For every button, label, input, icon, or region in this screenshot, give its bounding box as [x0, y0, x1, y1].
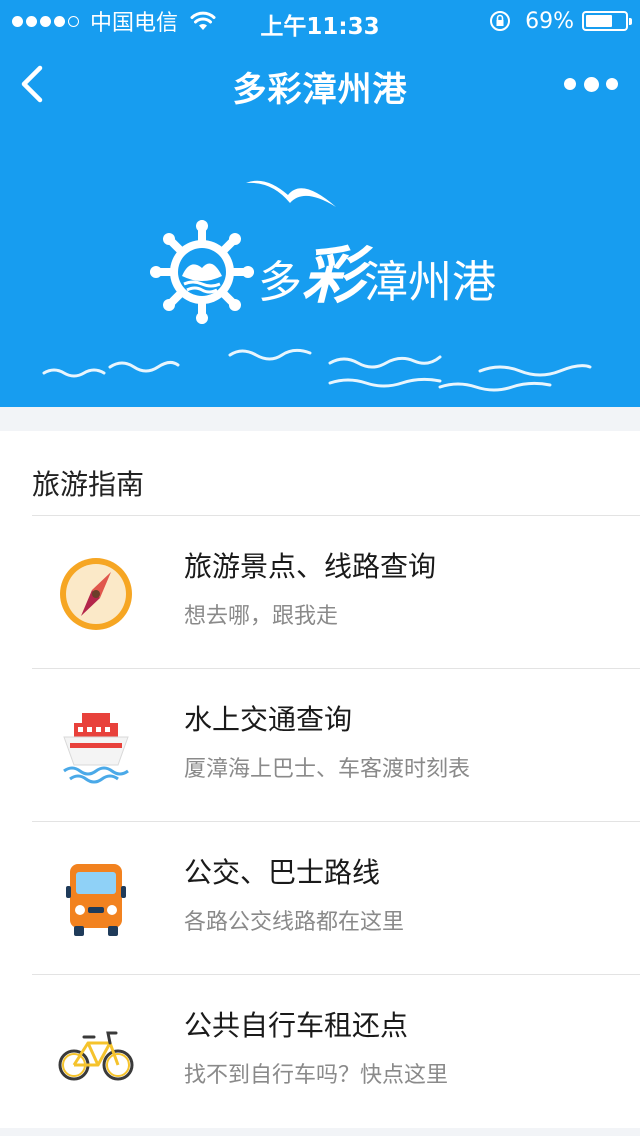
- waves-decoration: [42, 348, 592, 392]
- item-title: 水上交通查询: [184, 703, 353, 736]
- header: 中国电信 上午11:33 69% 多彩漳州港 多彩漳州港: [0, 0, 640, 407]
- item-subtitle: 各路公交线路都在这里: [184, 910, 405, 935]
- banner: 多彩漳州港: [0, 128, 640, 407]
- banner-logo-text: 多彩漳州港: [258, 245, 497, 313]
- rotation-lock-icon: [490, 11, 511, 31]
- seagull-icon: [246, 180, 336, 207]
- page-title: 多彩漳州港: [232, 70, 408, 110]
- logo-text-suffix: 漳州港: [364, 257, 497, 308]
- status-bar: 中国电信 上午11:33 69%: [0, 0, 640, 40]
- travel-guide-card: 旅游指南 旅游景点、线路查询 想去哪，跟我走 水上交通查询 厦漳海上巴士、车客渡…: [0, 431, 640, 1128]
- bus-icon: [66, 864, 126, 936]
- compass-icon: [60, 558, 132, 630]
- item-title: 旅游景点、线路查询: [184, 550, 437, 583]
- list-item-bus-routes[interactable]: 公交、巴士路线 各路公交线路都在这里: [0, 822, 640, 974]
- ferry-icon: [63, 713, 129, 784]
- battery-percent: 69%: [525, 8, 574, 34]
- section-title: 旅游指南: [32, 468, 145, 501]
- item-subtitle: 找不到自行车吗？快点这里: [184, 1063, 449, 1088]
- more-dot-icon: [564, 78, 576, 90]
- item-title: 公交、巴士路线: [184, 856, 381, 889]
- battery-icon: [582, 11, 632, 31]
- more-options-button[interactable]: [564, 74, 618, 94]
- more-dot-icon: [606, 78, 618, 90]
- list-item-attractions[interactable]: 旅游景点、线路查询 想去哪，跟我走: [0, 516, 640, 668]
- logo-text-big: 彩: [302, 239, 365, 312]
- item-subtitle: 想去哪，跟我走: [184, 604, 339, 629]
- list-item-water-transport[interactable]: 水上交通查询 厦漳海上巴士、车客渡时刻表: [0, 669, 640, 821]
- logo-text-prefix: 多: [258, 257, 302, 308]
- list-item-public-bicycle[interactable]: 公共自行车租还点 找不到自行车吗？快点这里: [0, 975, 640, 1127]
- item-title: 公共自行车租还点: [184, 1009, 409, 1042]
- item-subtitle: 厦漳海上巴士、车客渡时刻表: [184, 757, 471, 782]
- ship-wheel-logo-icon: [150, 220, 254, 324]
- more-dot-icon: [583, 76, 599, 92]
- bicycle-icon: [58, 1031, 134, 1081]
- nav-bar: 多彩漳州港: [0, 40, 640, 128]
